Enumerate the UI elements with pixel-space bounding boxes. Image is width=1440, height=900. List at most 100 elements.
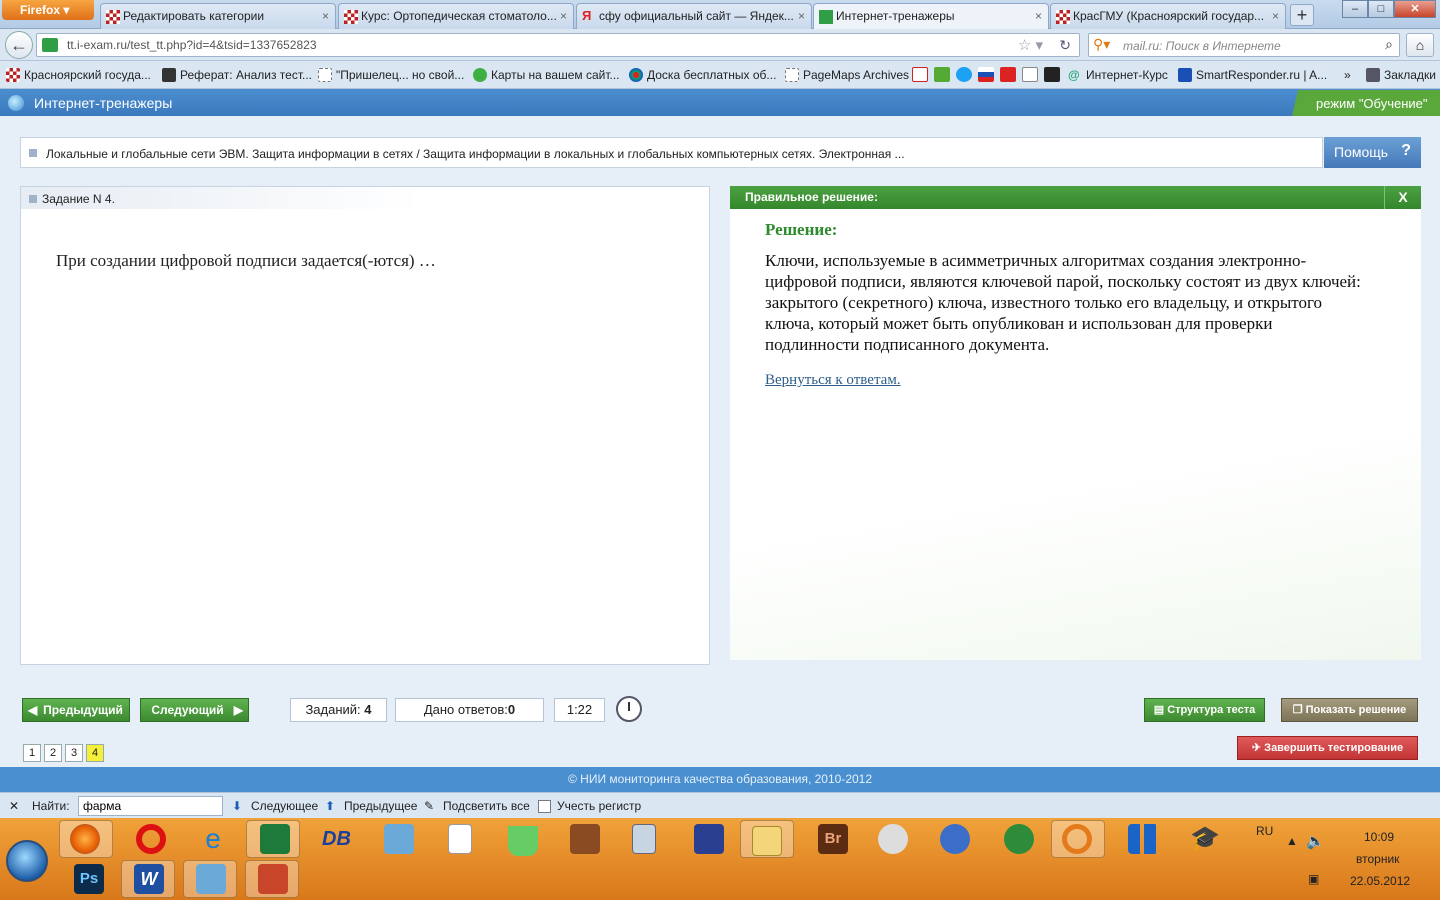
- audio-player-icon[interactable]: [1062, 824, 1092, 854]
- close-tab-icon[interactable]: ×: [1035, 9, 1042, 23]
- back-to-answers-link[interactable]: Вернуться к ответам.: [765, 372, 901, 389]
- test-structure-button[interactable]: ▤ Структура теста: [1144, 698, 1265, 722]
- internet-explorer-icon[interactable]: e: [198, 824, 228, 854]
- minimize-button[interactable]: –: [1342, 0, 1368, 18]
- address-bar[interactable]: tt.i-exam.ru/test_tt.php?id=4&tsid=13376…: [36, 33, 1080, 57]
- arrow-up-icon[interactable]: ⬆: [325, 799, 335, 813]
- find-input[interactable]: [78, 796, 223, 816]
- bookmark-item[interactable]: @ Интернет-Курс: [1066, 68, 1168, 82]
- show-solution-button[interactable]: ❐ Показать решение: [1281, 698, 1418, 722]
- tab-edit-categories[interactable]: Редактировать категории ×: [100, 3, 336, 29]
- footer-copyright: © НИИ мониторинга качества образования, …: [0, 767, 1440, 792]
- tab-label: КрасГМУ (Красноярский государ...: [1073, 9, 1265, 23]
- bookmark-item[interactable]: Красноярский госуда...: [4, 68, 151, 82]
- back-button[interactable]: ←: [5, 31, 33, 59]
- chart-bars-icon[interactable]: [934, 67, 950, 82]
- language-indicator[interactable]: RU: [1256, 824, 1273, 838]
- clock-weekday: вторник: [1356, 852, 1400, 866]
- tab-internet-trainers[interactable]: Интернет-тренажеры ×: [813, 3, 1049, 29]
- finish-test-button[interactable]: ✈ Завершить тестирование: [1237, 736, 1418, 760]
- page-icon: [785, 68, 799, 82]
- db-icon[interactable]: DB: [322, 824, 352, 854]
- previous-button[interactable]: ◀ Предыдущий: [22, 698, 130, 722]
- word-icon[interactable]: W: [134, 864, 164, 894]
- close-window-button[interactable]: ✕: [1394, 0, 1436, 18]
- opera-icon[interactable]: [136, 824, 166, 854]
- bookmark-item[interactable]: PageMaps Archives: [783, 68, 909, 82]
- bookmarks-menu[interactable]: Закладки: [1364, 68, 1436, 82]
- paint-icon[interactable]: [570, 824, 600, 854]
- explorer-folder-icon[interactable]: [752, 826, 782, 856]
- close-find-bar-icon[interactable]: ✕: [9, 799, 19, 813]
- flask-icon[interactable]: [508, 826, 538, 856]
- tab-course[interactable]: Курс: Ортопедическая стоматоло... ×: [338, 3, 574, 29]
- reload-icon[interactable]: ↻: [1059, 37, 1071, 54]
- checkered-flag-icon: [1056, 10, 1070, 24]
- close-tab-icon[interactable]: ×: [322, 9, 329, 23]
- solution-header: Правильное решение: X: [730, 186, 1421, 209]
- bookmark-item[interactable]: SmartResponder.ru | A...: [1176, 68, 1327, 82]
- start-button[interactable]: [6, 840, 48, 882]
- page-button-3[interactable]: 3: [65, 744, 83, 762]
- arrow-left-icon: ◀: [28, 703, 38, 717]
- twitter-icon[interactable]: [956, 67, 972, 82]
- window-controls: – □ ✕: [1342, 0, 1436, 18]
- close-tab-icon[interactable]: ×: [560, 9, 567, 23]
- save-icon[interactable]: [694, 824, 724, 854]
- search-engine-icon[interactable]: ⚲▾: [1093, 36, 1110, 53]
- bookmark-item[interactable]: Доска бесплатных об...: [627, 68, 776, 82]
- find-next-button[interactable]: Следующее: [251, 799, 318, 813]
- calendar-icon[interactable]: [1022, 67, 1038, 82]
- bookmark-star-icon[interactable]: ☆ ▾: [1018, 36, 1043, 54]
- close-tab-icon[interactable]: ×: [1272, 9, 1279, 23]
- excel-icon[interactable]: [260, 824, 290, 854]
- tab-krasgmu[interactable]: КрасГМУ (Красноярский государ... ×: [1050, 3, 1286, 29]
- solution-label: Решение:: [765, 220, 838, 239]
- news-icon[interactable]: [1000, 67, 1016, 82]
- firefox-menu-button[interactable]: Firefox ▾: [2, 0, 94, 20]
- document-icon[interactable]: [448, 824, 472, 854]
- next-button[interactable]: Следующий ▶: [140, 698, 249, 722]
- bookmark-item[interactable]: Реферат: Анализ тест...: [160, 68, 312, 82]
- graduation-cap-icon[interactable]: 🎓: [1190, 826, 1220, 856]
- photoshop-icon[interactable]: Ps: [74, 864, 104, 894]
- calculator-icon[interactable]: [632, 824, 656, 854]
- gmail-icon[interactable]: [912, 67, 928, 82]
- tray-expand-icon[interactable]: ▲: [1286, 834, 1298, 848]
- arrow-down-icon[interactable]: ⬇: [232, 799, 242, 813]
- bookmark-item[interactable]: "Пришелец... но свой...: [316, 68, 464, 82]
- new-tab-button[interactable]: +: [1290, 4, 1314, 26]
- home-button[interactable]: ⌂: [1406, 33, 1434, 57]
- page-button-2[interactable]: 2: [44, 744, 62, 762]
- tiles-icon[interactable]: [1128, 824, 1158, 854]
- russian-flag-icon[interactable]: [978, 67, 994, 82]
- find-previous-button[interactable]: Предыдущее: [344, 799, 417, 813]
- clock-time[interactable]: 10:09: [1364, 830, 1394, 844]
- close-solution-button[interactable]: X: [1384, 186, 1421, 209]
- bridge-icon[interactable]: Br: [818, 824, 848, 854]
- globe-shield-icon[interactable]: [940, 824, 970, 854]
- page-button-4[interactable]: 4: [86, 744, 104, 762]
- network-globe-icon[interactable]: [1004, 824, 1034, 854]
- tab-yandex[interactable]: Я сфу официальный сайт — Яндек... ×: [576, 3, 812, 29]
- firefox-icon[interactable]: [70, 824, 100, 854]
- search-bar[interactable]: ⚲▾ mail.ru: Поиск в Интернете ⌕: [1088, 33, 1400, 57]
- bookmark-item[interactable]: Карты на вашем сайт...: [471, 68, 620, 82]
- bookmarks-overflow-icon[interactable]: »: [1344, 68, 1351, 82]
- close-tab-icon[interactable]: ×: [798, 9, 805, 23]
- highlight-all-button[interactable]: Подсветить все: [443, 799, 530, 813]
- powerpoint-icon[interactable]: [258, 864, 288, 894]
- maximize-button[interactable]: □: [1368, 0, 1394, 18]
- page-button-1[interactable]: 1: [23, 744, 41, 762]
- help-button[interactable]: Помощь ?: [1324, 137, 1421, 168]
- chat-icon[interactable]: [878, 824, 908, 854]
- joomla-icon[interactable]: [1044, 67, 1060, 82]
- media-icon[interactable]: [384, 824, 414, 854]
- breadcrumb-text: Локальные и глобальные сети ЭВМ. Защита …: [46, 147, 905, 161]
- network-icon[interactable]: ▣: [1308, 872, 1319, 886]
- search-icon[interactable]: ⌕: [1385, 36, 1393, 53]
- windows-explorer-icon[interactable]: [196, 864, 226, 894]
- volume-icon[interactable]: 🔈: [1306, 832, 1325, 850]
- clock-date: 22.05.2012: [1350, 874, 1411, 888]
- match-case-checkbox[interactable]: [538, 800, 551, 813]
